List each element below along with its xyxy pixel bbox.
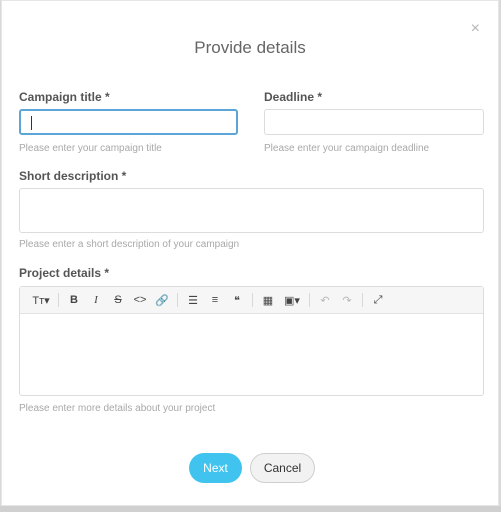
redo-icon[interactable]: ↷	[336, 290, 358, 310]
short-description-label: Short description *	[19, 169, 127, 183]
project-details-help: Please enter more details about your pro…	[19, 403, 216, 414]
dialog-title: Provide details	[194, 38, 306, 57]
toolbar-divider	[58, 293, 59, 307]
undo-icon[interactable]: ↶	[314, 290, 336, 310]
deadline-input[interactable]	[264, 109, 484, 135]
toolbar-divider	[177, 293, 178, 307]
next-button[interactable]: Next	[189, 453, 242, 483]
short-description-help: Please enter a short description of your…	[19, 239, 240, 250]
campaign-title-label: Campaign title *	[19, 90, 110, 104]
editor-toolbar: Tт▾ B I S <> 🔗 ☰ ≡ ❝ ▦ ▣▾ ↶ ↷ ⤢	[20, 287, 483, 314]
table-icon[interactable]: ▦	[257, 290, 279, 310]
deadline-label: Deadline *	[264, 90, 323, 104]
code-icon[interactable]: <>	[129, 290, 151, 310]
close-icon[interactable]: ×	[471, 21, 480, 37]
strikethrough-icon[interactable]: S	[107, 290, 129, 310]
toolbar-divider	[362, 293, 363, 307]
deadline-help: Please enter your campaign deadline	[264, 143, 430, 154]
link-icon[interactable]: 🔗	[151, 290, 173, 310]
toolbar-divider	[252, 293, 253, 307]
image-icon[interactable]: ▣▾	[279, 290, 305, 310]
project-details-label: Project details *	[19, 266, 110, 280]
bold-icon[interactable]: B	[63, 290, 85, 310]
bullet-list-icon[interactable]: ☰	[182, 290, 204, 310]
project-details-editor: Tт▾ B I S <> 🔗 ☰ ≡ ❝ ▦ ▣▾ ↶ ↷ ⤢	[19, 286, 484, 396]
campaign-title-input[interactable]	[19, 109, 238, 135]
cancel-button[interactable]: Cancel	[250, 453, 315, 483]
campaign-title-help: Please enter your campaign title	[19, 143, 162, 154]
text-caret	[31, 116, 32, 130]
editor-content-area[interactable]	[20, 314, 483, 396]
provide-details-dialog: × Provide details Campaign title * Pleas…	[1, 0, 499, 506]
quote-icon[interactable]: ❝	[226, 290, 248, 310]
background-page-strip	[0, 506, 501, 512]
text-style-dropdown[interactable]: Tт▾	[28, 290, 54, 310]
numbered-list-icon[interactable]: ≡	[204, 290, 226, 310]
short-description-input[interactable]	[19, 188, 484, 233]
toolbar-divider	[309, 293, 310, 307]
fullscreen-icon[interactable]: ⤢	[367, 290, 389, 310]
italic-icon[interactable]: I	[85, 290, 107, 310]
